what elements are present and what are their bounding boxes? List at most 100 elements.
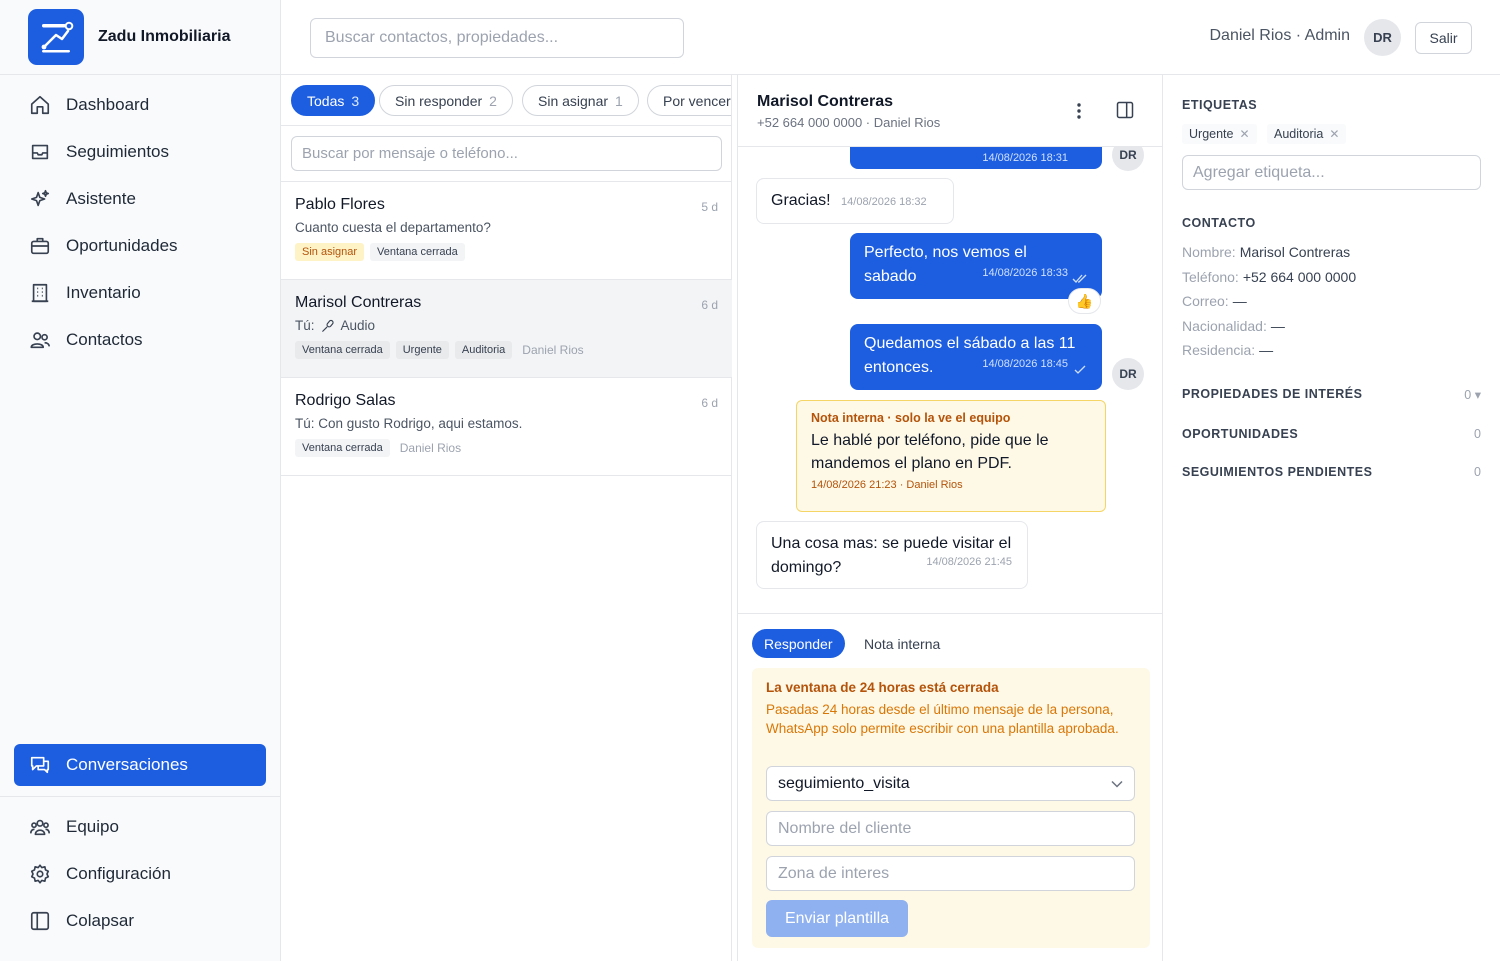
section-oportunidades[interactable]: OPORTUNIDADES [1182,427,1298,441]
tag: Ventana cerrada [370,243,465,261]
conversation-preview: Tú: Audio [295,318,718,333]
conversation-name: Pablo Flores [295,196,385,213]
global-search-input[interactable] [310,18,684,58]
chat-contact-name: Marisol Contreras [757,93,894,110]
filter-sin-responder[interactable]: Sin responder 2 [379,85,513,116]
filter-label: Todas [307,92,345,109]
section-propiedades[interactable]: PROPIEDADES DE INTERÉS [1182,387,1362,401]
contact-title: CONTACTO [1182,216,1256,230]
sidebar-item-label: Colapsar [66,911,135,930]
chevron-down-icon [1111,780,1123,788]
preview-text: Audio [340,318,376,333]
section-seguimientos[interactable]: SEGUIMIENTOS PENDIENTES [1182,465,1372,479]
message-bubble-outgoing: Quedamos el sábado a las 11 entonces. 14… [850,324,1102,390]
conversation-tags: Sin asignar Ventana cerrada [295,243,718,261]
sidebar-item-equipo[interactable]: Equipo [14,806,266,848]
zone-input[interactable] [766,856,1135,891]
user-label: Daniel Rios · Admin [1209,27,1351,44]
filter-label: Por vencer [663,92,731,109]
contact-field: Nombre: Marisol Contreras [1182,244,1350,260]
details-panel: ETIQUETAS Urgente ✕ Auditoria ✕ CONTACTO… [1163,75,1500,961]
conversation-row-selected[interactable]: Marisol Contreras 6 d Tú: Audio Ventana … [281,280,732,378]
field-value: — [1270,318,1285,334]
close-icon[interactable]: ✕ [1239,127,1249,141]
sidebar-item-asistente[interactable]: Asistente [14,178,266,220]
message-time: 14/08/2026 18:31 [982,152,1068,164]
tag: Sin asignar [295,243,365,261]
message-bubble-outgoing: 14/08/2026 18:31 [850,147,1102,169]
conversation-list: Todas 3 Sin responder 2 Sin asignar 1 Po… [281,75,732,961]
message-time: 14/08/2026 18:32 [841,196,927,208]
note-title: Nota interna · solo la ve el equipo [811,411,1011,425]
sidebar-item-inventario[interactable]: Inventario [14,272,266,314]
message-list[interactable]: 14/08/2026 18:31 DR Gracias! 14/08/2026 … [738,147,1162,613]
send-template-button[interactable]: Enviar plantilla [766,900,908,937]
labels-title: ETIQUETAS [1182,98,1258,112]
field-value: — [1259,342,1274,358]
field-key: Correo: [1182,293,1229,309]
template-selected: seguimiento_visita [778,774,910,792]
conversation-row[interactable]: Pablo Flores 5 d Cuanto cuesta el depart… [281,182,732,280]
contact-field: Teléfono: +52 664 000 0000 [1182,269,1356,285]
note-body: Le hablé por teléfono, pide que le mande… [811,432,1049,472]
label-text: Auditoria [1274,127,1324,141]
sidebar-item-conversaciones[interactable]: Conversaciones [14,744,266,786]
agent-avatar: DR [1112,358,1144,390]
filter-todas[interactable]: Todas 3 [291,85,376,116]
close-icon[interactable]: ✕ [1329,127,1339,141]
template-select[interactable]: seguimiento_visita [766,766,1135,801]
sparkles-icon [28,187,52,211]
tab-nota-interna[interactable]: Nota interna [864,629,940,658]
chat-contact-sub: +52 664 000 0000 · Daniel Rios [757,115,941,130]
filter-label: Sin asignar [538,92,609,109]
tag: Ventana cerrada [295,439,390,457]
briefcase-icon [28,234,52,258]
filter-por-vencer[interactable]: Por vencer [647,85,731,116]
message-bubble-incoming: Gracias! 14/08/2026 18:32 [756,178,954,224]
window-closed-title: La ventana de 24 horas está cerrada [766,680,999,695]
reaction-badge[interactable]: 👍 [1068,288,1101,314]
message-search-input[interactable] [291,136,722,171]
logout-button[interactable]: Salir [1415,22,1472,54]
window-closed-desc: Pasadas 24 horas desde el último mensaje… [766,702,1119,736]
brand-logo-icon [28,9,84,65]
conversation-age: 6 d [701,298,718,312]
building-icon [28,281,52,305]
contact-field: Residencia: — [1182,342,1273,358]
filter-bar: Todas 3 Sin responder 2 Sin asignar 1 Po… [281,75,731,126]
sidebar-item-colapsar[interactable]: Colapsar [14,900,266,942]
chat-icon [28,753,52,777]
tab-responder[interactable]: Responder [752,629,845,658]
filter-sin-asignar[interactable]: Sin asignar 1 [522,85,639,116]
users-icon [28,328,52,352]
sidebar-item-label: Conversaciones [66,755,188,774]
field-key: Residencia: [1182,342,1256,358]
sidebar-item-seguimientos[interactable]: Seguimientos [14,131,266,173]
chat-panel: Marisol Contreras +52 664 000 0000 · Dan… [737,75,1163,961]
side-panel-icon[interactable] [1115,100,1137,122]
add-tag-input[interactable] [1182,155,1481,190]
conversation-tags: Ventana cerrada Daniel Rios [295,439,718,457]
sidebar-item-configuracion[interactable]: Configuración [14,853,266,895]
sidebar-item-oportunidades[interactable]: Oportunidades [14,225,266,267]
sidebar-item-label: Dashboard [66,95,150,114]
composer: Responder Nota interna La ventana de 24 … [738,613,1162,961]
conversation-age: 5 d [701,200,718,214]
tag: Auditoria [454,341,513,359]
avatar[interactable]: DR [1364,19,1401,56]
client-name-input[interactable] [766,811,1135,846]
sidebar-item-contactos[interactable]: Contactos [14,319,266,361]
sidebar-item-label: Asistente [66,189,136,208]
tag: Urgente [395,341,449,359]
message-time: 14/08/2026 18:45 [982,358,1068,370]
conversation-name: Marisol Contreras [295,294,422,311]
inbox-icon [28,140,52,164]
contact-field: Nacionalidad: — [1182,318,1285,334]
conversation-name: Rodrigo Salas [295,392,396,409]
note-meta: 14/08/2026 21:23 · Daniel Rios [811,479,963,491]
more-vertical-icon[interactable] [1068,99,1090,123]
conversation-row[interactable]: Rodrigo Salas 6 d Tú: Con gusto Rodrigo,… [281,378,732,476]
sidebar-item-dashboard[interactable]: Dashboard [14,84,266,126]
field-value: — [1232,293,1247,309]
sidebar: Zadu Inmobiliaria Dashboard Seguimientos… [0,0,281,961]
